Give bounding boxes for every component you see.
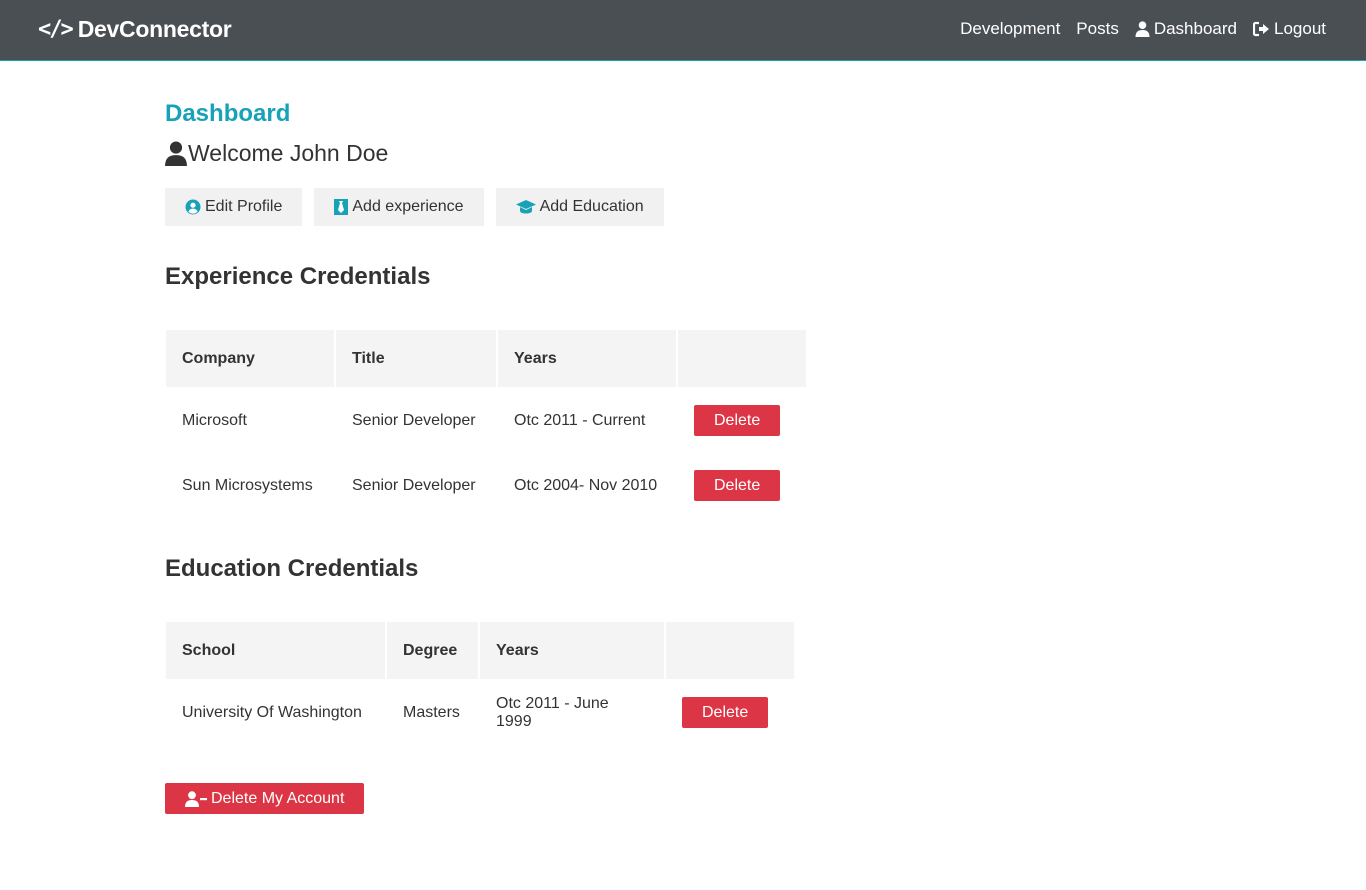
table-header-row: School Degree Years bbox=[166, 622, 794, 679]
delete-button[interactable]: Delete bbox=[694, 470, 781, 501]
cell-action: Delete bbox=[666, 681, 794, 744]
cell-company: Sun Microsystems bbox=[182, 476, 313, 494]
nav-link-label: Dashboard bbox=[1153, 19, 1237, 38]
nav-link-label: Development bbox=[960, 19, 1061, 38]
page-title: Dashboard bbox=[165, 100, 291, 127]
education-table: School Degree Years University Of Washin… bbox=[164, 620, 796, 746]
add-education-button[interactable]: Add Education bbox=[495, 188, 664, 226]
add-education-label: Add Education bbox=[539, 198, 644, 215]
delete-button[interactable]: Delete bbox=[694, 405, 781, 436]
table-header-row: Company Title Years bbox=[166, 330, 806, 387]
cell-action: Delete bbox=[678, 454, 806, 517]
welcome-text: Welcome John Doe bbox=[188, 139, 389, 166]
nav-link-label: Logout bbox=[1274, 19, 1326, 38]
cell-action: Delete bbox=[678, 389, 806, 452]
cell-years: Otc 2004- Nov 2010 bbox=[514, 476, 658, 494]
experience-title: Experience Credentials bbox=[165, 263, 431, 290]
delete-button[interactable]: Delete bbox=[682, 697, 769, 728]
education-title: Education Credentials bbox=[165, 555, 419, 582]
table-row: Microsoft Senior Developer Otc 2011 - Cu… bbox=[166, 389, 806, 452]
nav-link-dashboard[interactable]: Dashboard bbox=[1135, 19, 1237, 39]
delete-account-label: Delete My Account bbox=[211, 789, 345, 807]
welcome-message: Welcome John Doe bbox=[165, 138, 865, 168]
cell-degree: Masters bbox=[403, 703, 460, 721]
column-header-actions bbox=[678, 330, 806, 387]
column-header-title: Title bbox=[336, 330, 496, 387]
column-header-degree: Degree bbox=[387, 622, 478, 679]
black-tie-icon bbox=[334, 199, 349, 215]
nav-link-label: Posts bbox=[1076, 19, 1119, 38]
cell-years: Otc 2011 - Current bbox=[514, 411, 646, 429]
nav-link-logout[interactable]: Logout bbox=[1253, 19, 1326, 39]
delete-account-button[interactable]: Delete My Account bbox=[165, 783, 365, 814]
user-circle-icon bbox=[185, 199, 201, 215]
cell-school: University Of Washington bbox=[182, 703, 362, 721]
add-experience-button[interactable]: Add experience bbox=[314, 188, 484, 226]
dashboard-buttons: Edit Profile Add experience Add Educatio… bbox=[165, 188, 865, 226]
column-header-years: Years bbox=[480, 622, 664, 679]
sign-out-icon bbox=[1253, 21, 1269, 37]
cell-title: Senior Developer bbox=[352, 411, 476, 429]
table-row: University Of Washington Masters Otc 201… bbox=[166, 681, 794, 744]
edit-profile-label: Edit Profile bbox=[205, 198, 283, 215]
nav-link-development[interactable]: Development bbox=[960, 19, 1060, 39]
nav-link-posts[interactable]: Posts bbox=[1076, 19, 1119, 39]
column-header-actions bbox=[666, 622, 794, 679]
user-icon bbox=[165, 140, 187, 166]
column-header-school: School bbox=[166, 622, 385, 679]
graduation-cap-icon bbox=[515, 200, 536, 214]
user-minus-icon bbox=[185, 790, 207, 807]
column-header-company: Company bbox=[166, 330, 334, 387]
user-icon bbox=[1135, 21, 1150, 37]
column-header-years: Years bbox=[498, 330, 676, 387]
add-experience-label: Add experience bbox=[352, 198, 464, 215]
edit-profile-button[interactable]: Edit Profile bbox=[165, 188, 303, 226]
navbar: </> DevConnector Development Posts Dashb… bbox=[0, 0, 1366, 61]
brand-text: DevConnector bbox=[77, 16, 232, 42]
cell-company: Microsoft bbox=[182, 411, 247, 429]
brand-logo[interactable]: </> DevConnector bbox=[38, 16, 232, 43]
cell-title: Senior Developer bbox=[352, 476, 476, 494]
table-row: Sun Microsystems Senior Developer Otc 20… bbox=[166, 454, 806, 517]
main-container: Dashboard Welcome John Doe Edit Profile … bbox=[165, 100, 865, 814]
nav-links: Development Posts Dashboard Logout bbox=[944, 19, 1326, 39]
experience-table: Company Title Years Microsoft Senior Dev… bbox=[164, 328, 808, 519]
cell-years: Otc 2011 - June 1999 bbox=[496, 694, 609, 730]
code-icon: </> bbox=[38, 17, 74, 42]
